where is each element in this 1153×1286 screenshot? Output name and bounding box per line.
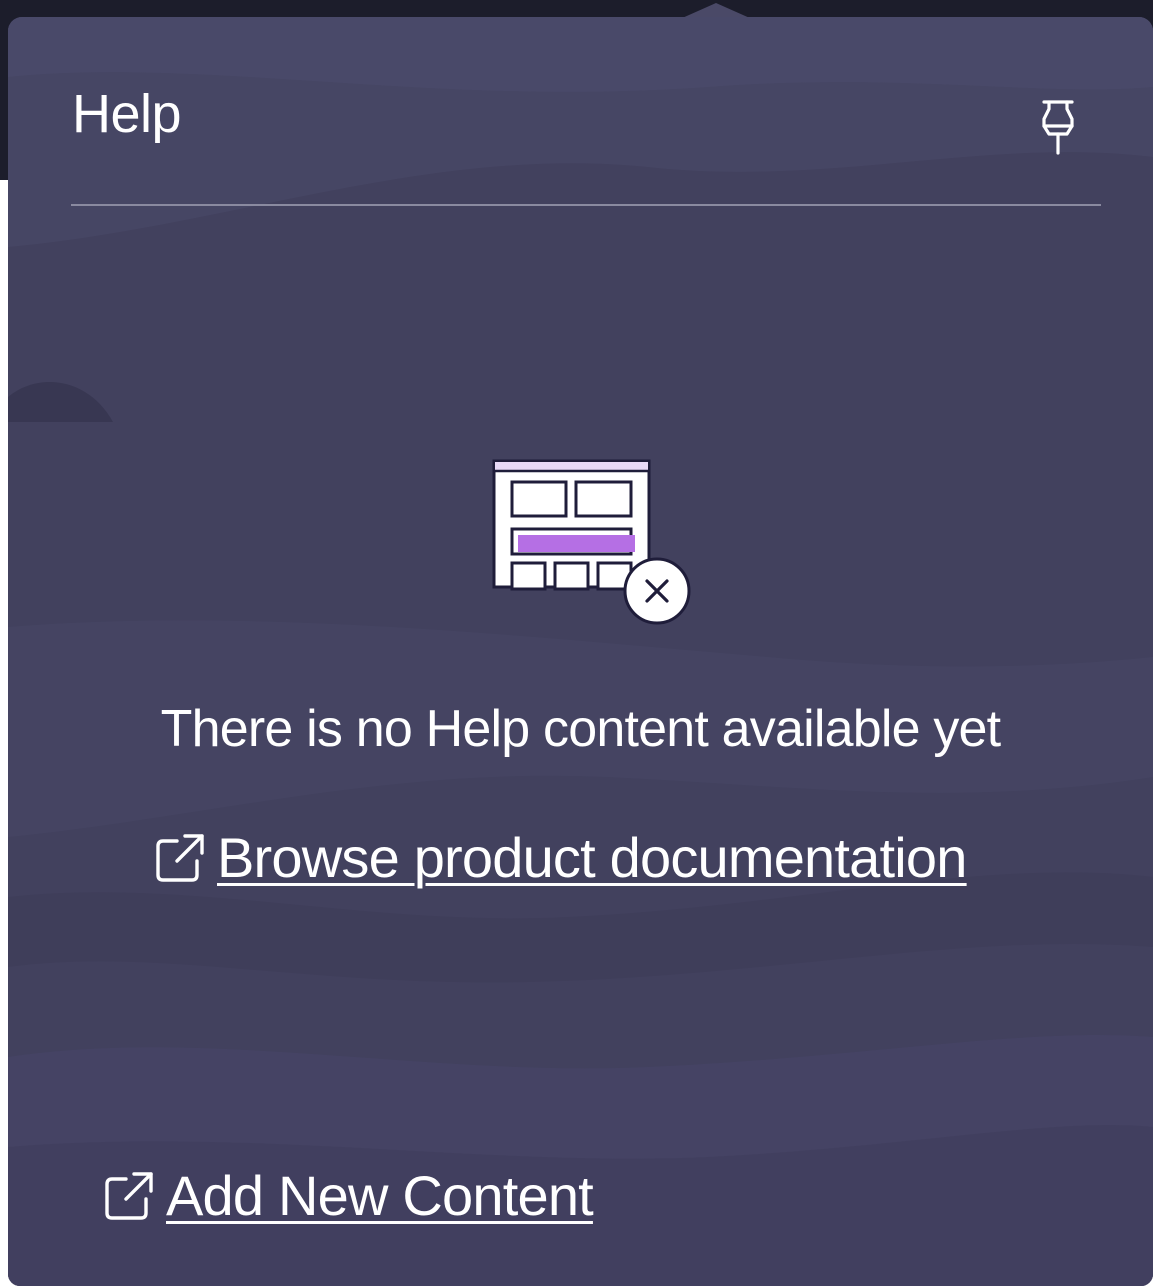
pin-icon <box>1042 100 1074 155</box>
external-link-icon <box>156 833 204 882</box>
add-new-content-link[interactable]: Add New Content <box>102 1163 594 1228</box>
browse-documentation-link[interactable]: Browse product documentation <box>153 825 967 890</box>
pin-button[interactable] <box>1035 97 1081 161</box>
header-divider <box>71 204 1101 206</box>
empty-state-message: There is no Help content available yet <box>160 700 1001 758</box>
empty-layout-illustration <box>492 459 691 625</box>
panel-title: Help <box>72 84 182 144</box>
browse-documentation-label[interactable]: Browse product documentation <box>217 825 967 890</box>
add-new-content-label[interactable]: Add New Content <box>166 1163 594 1228</box>
external-link-icon <box>105 1171 153 1220</box>
help-panel: Help There is no Help content available … <box>8 17 1153 1286</box>
panel-wave-background <box>8 17 1153 1286</box>
empty-state-illustration <box>492 459 692 629</box>
